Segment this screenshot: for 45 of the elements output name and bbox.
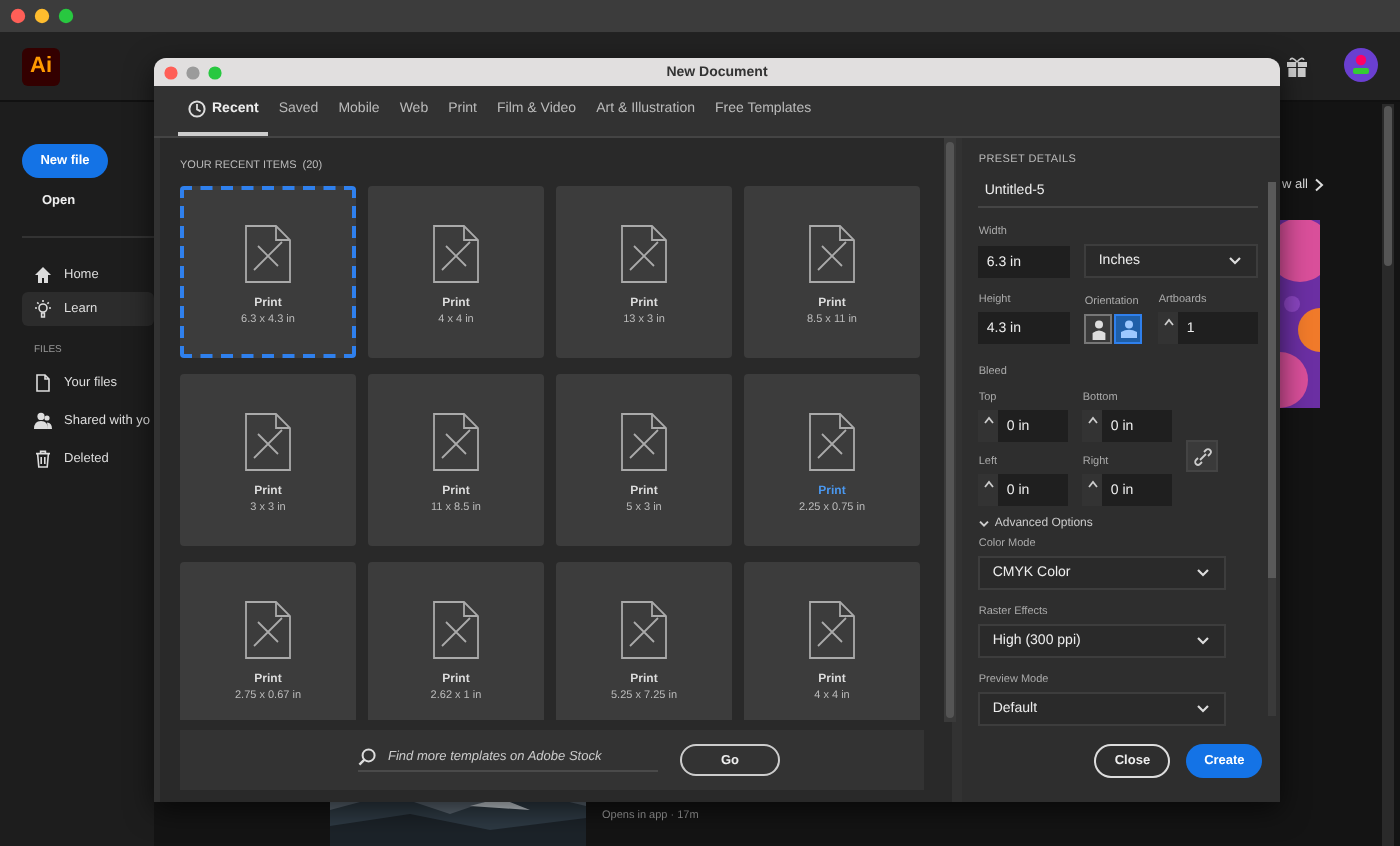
caret-up-icon [983, 480, 994, 488]
document-icon [432, 600, 480, 660]
document-icon [244, 600, 292, 660]
chevron-down-icon [978, 520, 991, 528]
scrollbar-thumb[interactable] [946, 142, 954, 718]
chevron-down-icon [1196, 704, 1211, 714]
chevron-right-icon[interactable] [1314, 178, 1325, 192]
link-icon [1193, 447, 1212, 465]
chevron-down-icon [1196, 636, 1211, 646]
landscape-button[interactable] [1114, 314, 1143, 344]
portrait-button[interactable] [1084, 314, 1113, 344]
people-icon [34, 412, 52, 430]
close-icon[interactable] [10, 8, 26, 24]
chevron-down-icon [1228, 256, 1243, 266]
app-logo: Ai [22, 47, 60, 85]
chevron-down-icon [1196, 568, 1211, 578]
document-icon [432, 412, 480, 472]
document-icon [808, 224, 856, 284]
lightbulb-icon [34, 300, 52, 318]
trash-icon [34, 450, 52, 468]
avatar-icon[interactable] [1344, 48, 1378, 82]
gift-icon[interactable] [1286, 56, 1308, 78]
home-icon [34, 266, 52, 284]
file-icon [34, 374, 52, 392]
document-icon [620, 600, 668, 660]
document-icon [244, 224, 292, 284]
minimize-icon[interactable] [34, 8, 50, 24]
document-icon [620, 224, 668, 284]
scrollbar-thumb[interactable] [1384, 106, 1392, 266]
caret-up-icon [1087, 480, 1098, 488]
link-button[interactable] [1186, 440, 1219, 472]
caret-up-icon [1163, 318, 1174, 326]
person-icon [1119, 320, 1138, 338]
document-icon [432, 224, 480, 284]
document-icon [808, 412, 856, 472]
person-icon [1091, 319, 1106, 339]
scrollbar-thumb[interactable] [1268, 182, 1277, 578]
document-icon [244, 412, 292, 472]
caret-up-icon [983, 416, 994, 424]
caret-up-icon [1087, 416, 1098, 424]
document-icon [620, 412, 668, 472]
clock-icon [188, 100, 206, 118]
document-icon [808, 600, 856, 660]
search-icon [358, 748, 376, 766]
zoom-icon[interactable] [58, 8, 74, 24]
